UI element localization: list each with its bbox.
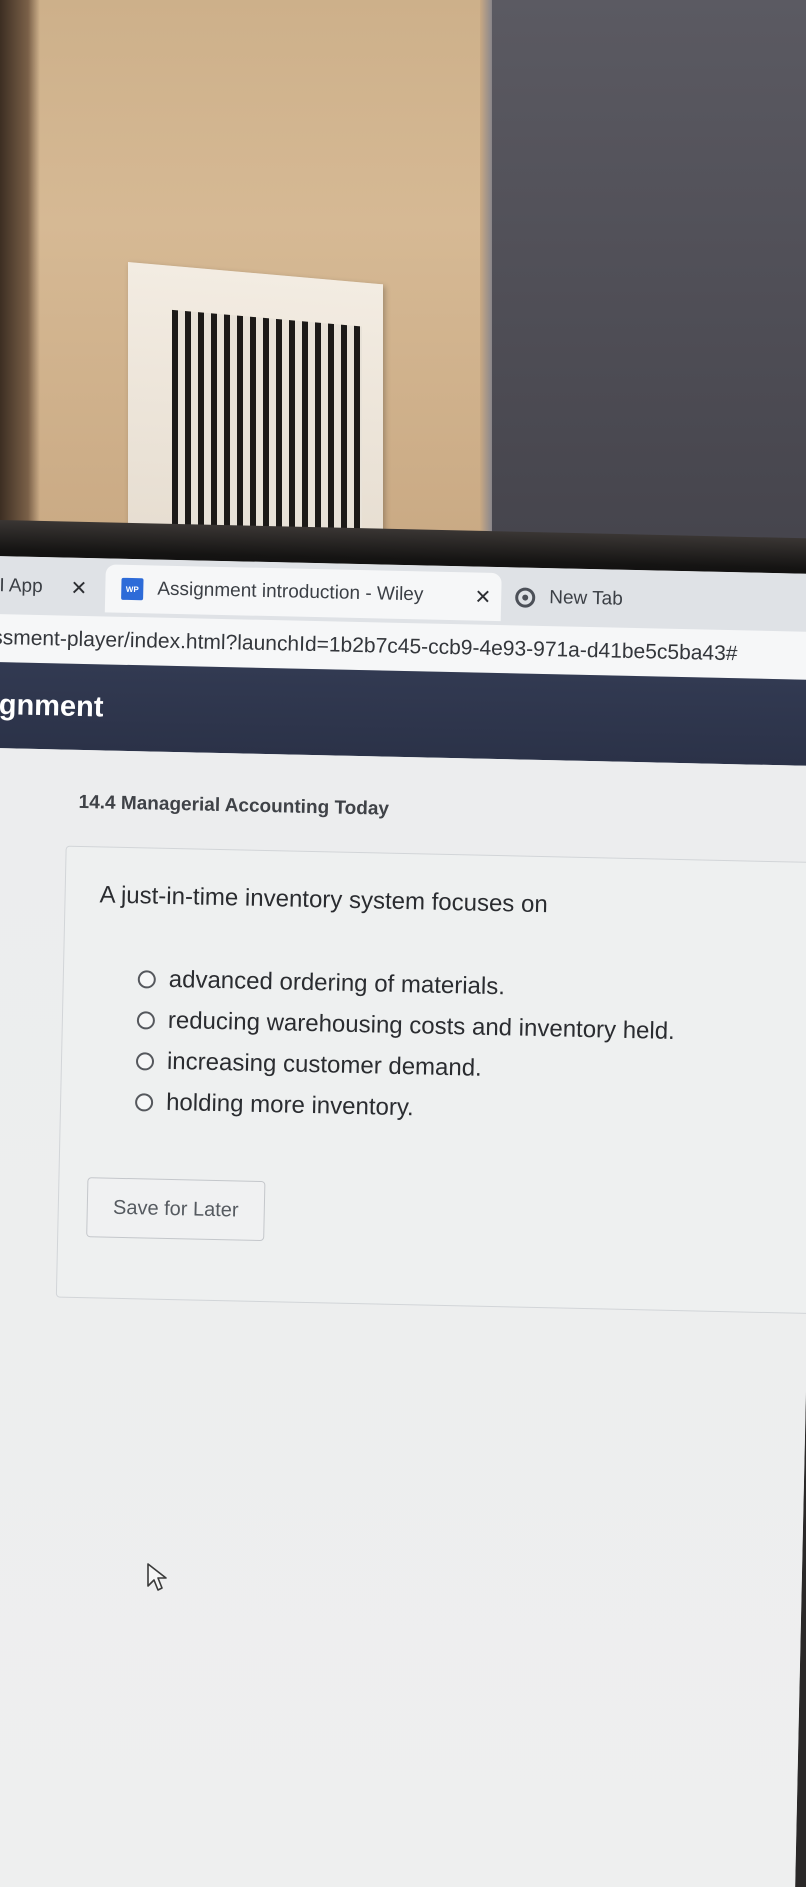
close-icon[interactable]: ✕ bbox=[474, 584, 491, 609]
room-background bbox=[0, 0, 806, 585]
tab-app[interactable]: I App ✕ bbox=[0, 562, 98, 612]
tab-new-tab[interactable]: New Tab bbox=[501, 573, 736, 626]
question-prompt: A just-in-time inventory system focuses … bbox=[99, 881, 548, 919]
photo-scene: I App ✕ WP Assignment introduction - Wil… bbox=[0, 0, 806, 1887]
wileyplus-icon: WP bbox=[121, 577, 144, 601]
section-title: 14.4 Managerial Accounting Today bbox=[78, 791, 390, 820]
option-label[interactable]: holding more inventory. bbox=[166, 1088, 414, 1121]
option-label[interactable]: increasing customer demand. bbox=[167, 1047, 482, 1082]
dark-wall bbox=[492, 0, 806, 560]
close-icon[interactable]: ✕ bbox=[70, 575, 87, 600]
main-content: 14.4 Managerial Accounting Today A just-… bbox=[0, 747, 806, 1887]
url-text[interactable]: ssment-player/index.html?launchId=1b2b7c… bbox=[0, 626, 738, 666]
arrow-cursor-icon bbox=[147, 1563, 167, 1591]
save-for-later-button[interactable]: Save for Later bbox=[86, 1177, 266, 1242]
option-label[interactable]: advanced ordering of materials. bbox=[168, 965, 506, 1000]
tab-assignment-introduction[interactable]: WP Assignment introduction - Wiley ✕ bbox=[104, 564, 502, 622]
tab-label: Assignment introduction - Wiley bbox=[157, 578, 424, 606]
radio-button[interactable] bbox=[136, 1010, 156, 1030]
monitor-screen: I App ✕ WP Assignment introduction - Wil… bbox=[0, 556, 806, 1887]
tab-label: New Tab bbox=[548, 587, 624, 610]
option-label[interactable]: reducing warehousing costs and inventory… bbox=[168, 1006, 675, 1045]
radio-button[interactable] bbox=[135, 1051, 155, 1071]
wall-shadow bbox=[0, 0, 40, 560]
radio-button[interactable] bbox=[134, 1092, 154, 1112]
question-card: A just-in-time inventory system focuses … bbox=[55, 845, 806, 1315]
tab-label: I App bbox=[0, 575, 43, 598]
chrome-icon bbox=[515, 587, 536, 608]
page-title: ignment bbox=[0, 688, 104, 723]
answer-options: advanced ordering of materials. reducing… bbox=[134, 958, 676, 1134]
radio-button[interactable] bbox=[137, 969, 157, 989]
